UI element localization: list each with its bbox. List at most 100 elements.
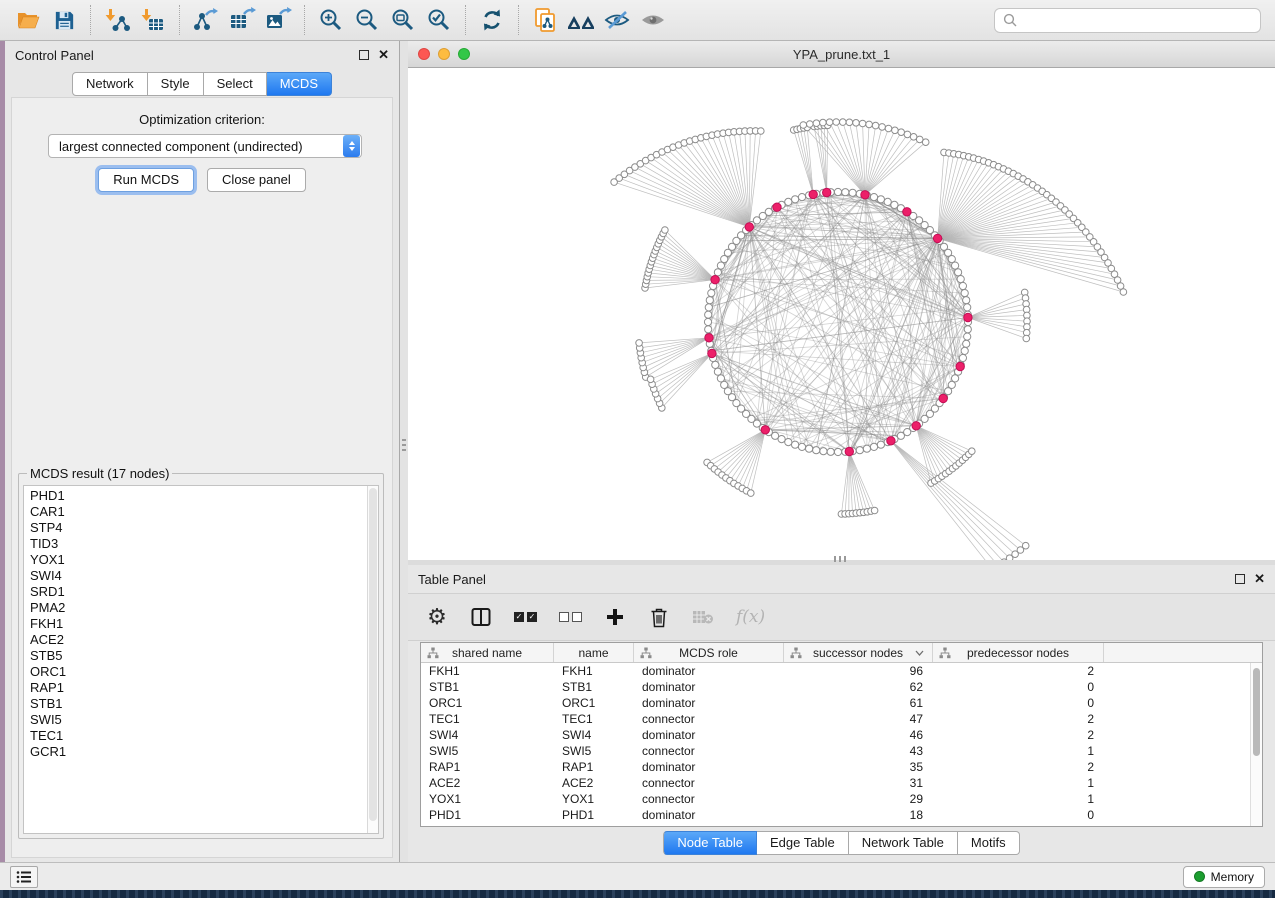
graph-node[interactable]: [959, 282, 966, 289]
graph-node[interactable]: [964, 304, 971, 311]
deselect-all-icon[interactable]: [559, 604, 582, 630]
graph-node[interactable]: [870, 194, 877, 201]
graph-hub-node[interactable]: [745, 223, 753, 231]
graph-node[interactable]: [877, 441, 884, 448]
network-window-titlebar[interactable]: YPA_prune.txt_1: [408, 41, 1275, 68]
graph-node[interactable]: [708, 290, 715, 297]
graph-node[interactable]: [792, 196, 799, 203]
show-columns-icon[interactable]: [470, 604, 492, 630]
column-header-name[interactable]: name: [554, 643, 634, 662]
graph-node[interactable]: [872, 122, 879, 129]
graph-hub-node[interactable]: [964, 313, 972, 321]
zoom-fit-icon[interactable]: [385, 4, 421, 36]
export-network-icon[interactable]: [188, 4, 224, 36]
close-panel-icon[interactable]: ✕: [1254, 574, 1265, 584]
graph-node[interactable]: [705, 311, 712, 318]
table-row[interactable]: ACE2ACE2connector311: [421, 775, 1262, 791]
graph-node[interactable]: [871, 507, 878, 514]
graph-node[interactable]: [969, 448, 976, 455]
graph-node[interactable]: [712, 361, 719, 368]
graph-node[interactable]: [884, 198, 891, 205]
graph-node[interactable]: [898, 129, 905, 136]
mcds-list-scrollbar[interactable]: [367, 486, 378, 833]
graph-node[interactable]: [964, 333, 971, 340]
search-box[interactable]: [994, 8, 1261, 33]
show-all-icon[interactable]: [635, 4, 671, 36]
graph-node[interactable]: [647, 376, 654, 383]
graph-hub-node[interactable]: [956, 362, 964, 370]
graph-hub-node[interactable]: [887, 437, 895, 445]
graph-node[interactable]: [892, 127, 899, 134]
column-header-MCDS-role[interactable]: MCDS role: [634, 643, 784, 662]
tab-style[interactable]: Style: [148, 72, 204, 96]
graph-node[interactable]: [964, 326, 971, 333]
graph-hub-node[interactable]: [708, 349, 716, 357]
graph-node[interactable]: [961, 290, 968, 297]
mcds-node-item[interactable]: GCR1: [30, 744, 378, 760]
tab-network[interactable]: Network: [72, 72, 148, 96]
vertical-splitter[interactable]: [400, 41, 408, 862]
graph-node[interactable]: [758, 128, 765, 135]
graph-hub-node[interactable]: [845, 447, 853, 455]
table-row[interactable]: STB1STB1dominator620: [421, 679, 1262, 695]
import-network-icon[interactable]: [99, 4, 135, 36]
mcds-node-item[interactable]: RAP1: [30, 680, 378, 696]
graph-node[interactable]: [853, 120, 860, 127]
select-all-icon[interactable]: ✓✓: [514, 604, 537, 630]
column-header-successor-nodes[interactable]: successor nodes: [784, 643, 933, 662]
open-file-icon[interactable]: [10, 4, 46, 36]
graph-node[interactable]: [704, 318, 711, 325]
run-mcds-button[interactable]: Run MCDS: [98, 168, 194, 192]
export-image-icon[interactable]: [260, 4, 296, 36]
graph-hub-node[interactable]: [939, 394, 947, 402]
mcds-node-item[interactable]: STB1: [30, 696, 378, 712]
column-header-predecessor-nodes[interactable]: predecessor nodes: [933, 643, 1104, 662]
graph-node[interactable]: [863, 445, 870, 452]
close-panel-button[interactable]: Close panel: [207, 168, 306, 192]
table-row[interactable]: FKH1FKH1dominator962: [421, 663, 1262, 679]
import-table-icon[interactable]: [135, 4, 171, 36]
mcds-node-item[interactable]: TID3: [30, 536, 378, 552]
graph-node[interactable]: [834, 448, 841, 455]
table-row[interactable]: PHD1PHD1dominator180: [421, 807, 1262, 823]
mcds-node-item[interactable]: STB5: [30, 648, 378, 664]
graph-node[interactable]: [748, 490, 755, 497]
mcds-node-item[interactable]: FKH1: [30, 616, 378, 632]
graph-node[interactable]: [800, 122, 807, 129]
tab-network-table[interactable]: Network Table: [849, 831, 958, 855]
graph-hub-node[interactable]: [861, 191, 869, 199]
graph-hub-node[interactable]: [705, 334, 713, 342]
graph-node[interactable]: [785, 198, 792, 205]
graph-node[interactable]: [834, 188, 841, 195]
graph-node[interactable]: [859, 120, 866, 127]
mcds-node-item[interactable]: SRD1: [30, 584, 378, 600]
zoom-selected-icon[interactable]: [421, 4, 457, 36]
memory-button[interactable]: Memory: [1183, 866, 1265, 888]
graph-hub-node[interactable]: [773, 203, 781, 211]
graph-node[interactable]: [1023, 335, 1030, 342]
graph-node[interactable]: [856, 447, 863, 454]
mcds-node-item[interactable]: CAR1: [30, 504, 378, 520]
graph-node[interactable]: [952, 262, 959, 269]
graph-node[interactable]: [798, 443, 805, 450]
graph-node[interactable]: [842, 189, 849, 196]
graph-node[interactable]: [849, 189, 856, 196]
float-panel-icon[interactable]: [1235, 574, 1245, 584]
mcds-result-listbox[interactable]: PHD1CAR1STP4TID3YOX1SWI4SRD1PMA2FKH1ACE2…: [23, 485, 379, 834]
graph-node[interactable]: [714, 269, 721, 276]
search-input[interactable]: [1023, 13, 1252, 27]
table-row[interactable]: ORC1ORC1dominator610: [421, 695, 1262, 711]
tab-select[interactable]: Select: [204, 72, 267, 96]
mcds-node-item[interactable]: PHD1: [30, 488, 378, 504]
network-graph[interactable]: [408, 68, 1275, 560]
graph-node[interactable]: [820, 119, 827, 126]
optimization-select[interactable]: largest connected component (undirected): [48, 134, 362, 158]
graph-node[interactable]: [840, 119, 847, 126]
graph-node[interactable]: [904, 131, 911, 138]
graph-node[interactable]: [963, 297, 970, 304]
graph-hub-node[interactable]: [933, 234, 941, 242]
mcds-node-item[interactable]: ORC1: [30, 664, 378, 680]
table-row[interactable]: YOX1YOX1connector291: [421, 791, 1262, 807]
graph-hub-node[interactable]: [711, 276, 719, 284]
table-row[interactable]: SWI4SWI4dominator462: [421, 727, 1262, 743]
